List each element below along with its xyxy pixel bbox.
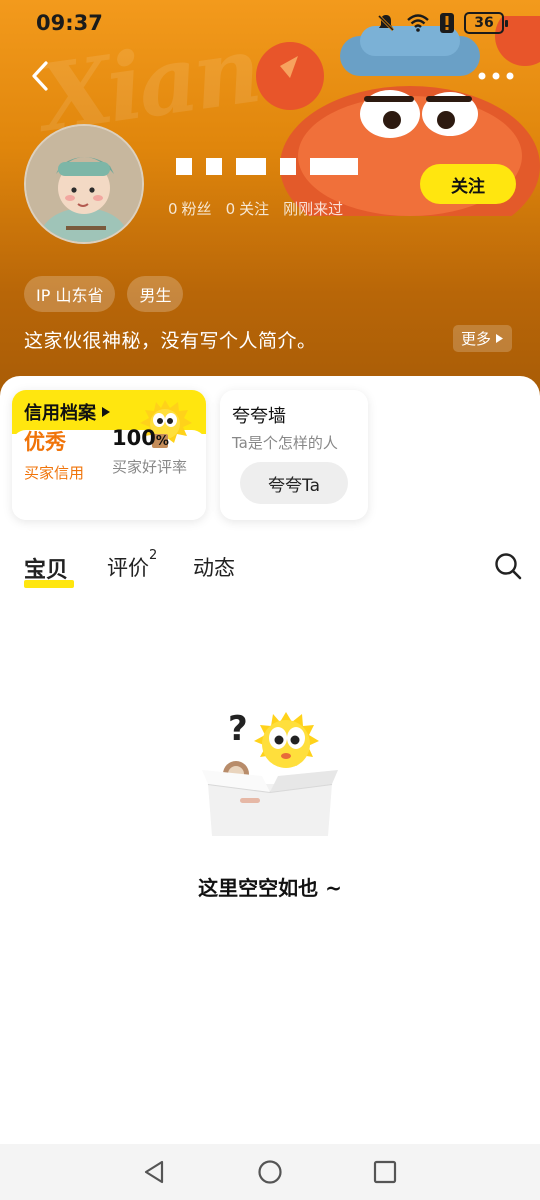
credit-card-title: 信用档案	[24, 399, 110, 425]
status-time: 09:37	[36, 11, 103, 35]
tab-reviews-label: 评价	[107, 556, 149, 580]
positive-rate-unit: %	[155, 434, 169, 449]
mute-icon	[377, 14, 395, 32]
credit-rating: 优秀 买家信用	[24, 426, 84, 483]
avatar-illustration	[26, 126, 142, 242]
more-label: 更多	[460, 330, 491, 348]
praise-button[interactable]: 夸夸Ta	[240, 462, 348, 504]
fans-label: 粉丝	[181, 200, 212, 218]
following-count: 0	[225, 200, 236, 218]
recents-square-icon[interactable]	[371, 1158, 399, 1186]
profile-tags: IP 山东省 男生	[24, 276, 184, 312]
praise-wall-title: 夸夸墙	[232, 406, 286, 427]
play-triangle-icon	[102, 407, 110, 417]
last-seen-text: 刚刚来过	[283, 200, 344, 218]
tag-ip-location: IP 山东省	[24, 276, 116, 312]
credit-rating-value: 优秀	[24, 430, 66, 454]
more-button[interactable]: 更多	[452, 325, 512, 352]
tab-feed-label: 动态	[193, 556, 235, 580]
alert-icon	[440, 13, 454, 33]
fans-count: 0	[168, 200, 178, 218]
username-redacted	[176, 158, 358, 175]
svg-text:?: ?	[228, 709, 248, 749]
redacted-block	[206, 158, 222, 175]
profile-bio: 这家伙很神秘，没有写个人简介。	[24, 330, 317, 352]
positive-rate-label: 买家好评率	[112, 458, 188, 476]
following-stat[interactable]: 0 关注	[226, 198, 270, 219]
content-panel: 信用档案 优秀 买家信用 100% 买家好评率 夸夸墙 Ta是个怎样的人 夸夸T…	[0, 376, 540, 1144]
back-triangle-icon[interactable]	[140, 1158, 168, 1186]
positive-rate: 100% 买家好评率	[112, 426, 187, 477]
credit-title-text: 信用档案	[24, 403, 96, 424]
following-label: 关注	[239, 200, 270, 218]
content-tabs: 宝贝 评价2 动态	[0, 548, 540, 592]
tab-items[interactable]: 宝贝	[24, 552, 68, 584]
redacted-block	[236, 158, 266, 175]
tab-reviews[interactable]: 评价2	[107, 548, 157, 582]
profile-header: Xian 09:37 36 0 粉丝 0 关注 刚刚来过 关注 IP 山东省 男…	[0, 0, 540, 420]
search-icon[interactable]	[494, 552, 522, 580]
credit-rating-label: 买家信用	[24, 464, 85, 482]
status-bar: 09:37 36	[0, 0, 540, 50]
tab-feed[interactable]: 动态	[193, 552, 235, 582]
home-circle-icon[interactable]	[256, 1158, 284, 1186]
avatar[interactable]	[24, 124, 144, 244]
praise-wall-card[interactable]: 夸夸墙 Ta是个怎样的人 夸夸Ta	[220, 390, 368, 520]
battery-icon: 36	[464, 12, 508, 34]
wifi-icon	[407, 14, 429, 32]
positive-rate-number: 100	[112, 426, 156, 450]
empty-state-message: 这里空空如也 ~	[198, 876, 342, 900]
fans-stat[interactable]: 0 粉丝	[168, 198, 212, 219]
follow-button[interactable]: 关注	[420, 164, 516, 204]
positive-rate-value: 100%	[112, 426, 187, 450]
redacted-block	[176, 158, 192, 175]
credit-profile-card[interactable]: 信用档案 优秀 买家信用 100% 买家好评率	[12, 390, 206, 520]
redacted-block	[280, 158, 296, 175]
profile-stats: 0 粉丝 0 关注 刚刚来过	[168, 198, 343, 219]
status-icons: 36	[376, 12, 508, 34]
system-navigation-bar	[0, 1144, 540, 1200]
review-count: 2	[149, 548, 158, 563]
back-icon[interactable]	[24, 58, 60, 94]
more-dots-icon[interactable]	[476, 62, 516, 90]
praise-wall-subtitle: Ta是个怎样的人	[232, 434, 338, 452]
tab-items-label: 宝贝	[24, 558, 69, 583]
tag-gender: 男生	[127, 276, 184, 312]
play-triangle-icon	[496, 334, 503, 343]
empty-box-mascot-illustration: ?	[202, 709, 338, 836]
redacted-block	[310, 158, 358, 175]
